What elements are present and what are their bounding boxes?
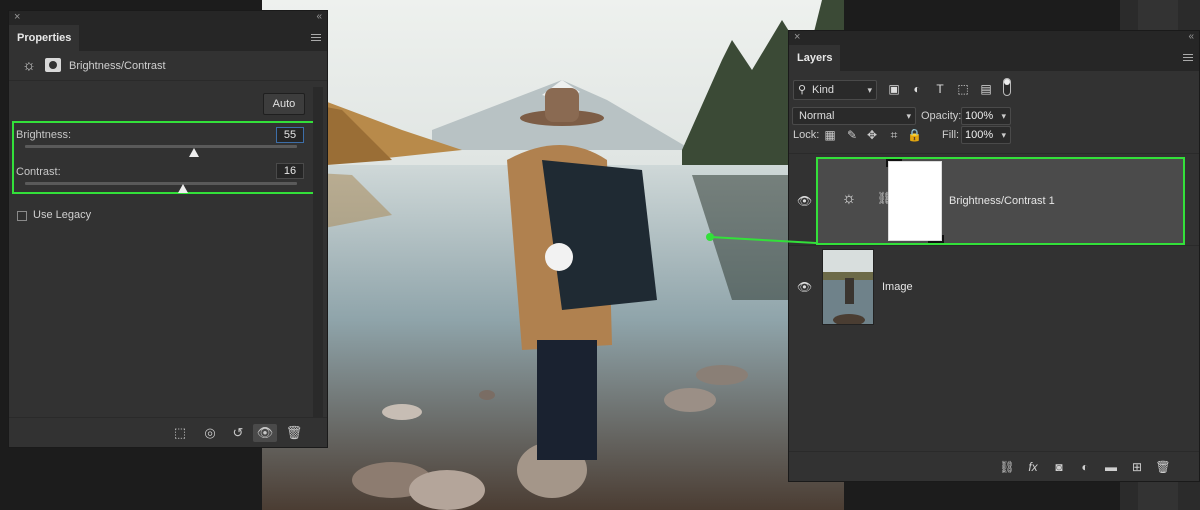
new-adjustment-icon[interactable]: ◐ <box>1077 459 1093 475</box>
layers-toolbar: ⚲ Kind ▾ ▣ ◐ T ⬚ ▤ Normal ▾ Opacity: 100… <box>789 71 1199 153</box>
tab-layers[interactable]: Layers <box>789 45 841 71</box>
lock-label: Lock: <box>793 129 820 141</box>
use-legacy-label: Use Legacy <box>33 209 92 221</box>
shape-filter-icon[interactable]: ⬚ <box>956 82 970 96</box>
contrast-input[interactable]: 16 <box>276 163 304 179</box>
fill-value: 100% <box>965 129 994 141</box>
contrast-slider-track[interactable] <box>25 182 297 185</box>
fx-icon[interactable]: fx <box>1025 459 1041 475</box>
chevron-down-icon: ▾ <box>1001 111 1006 121</box>
brush-icon[interactable]: ✎ <box>845 128 859 142</box>
chevron-down-icon: ▾ <box>867 85 872 95</box>
collapse-icon[interactable]: « <box>1188 31 1193 42</box>
tab-properties[interactable]: Properties <box>9 25 80 51</box>
panel-title-bar: × « <box>9 11 327 25</box>
smart-object-filter-icon[interactable]: ▤ <box>979 82 993 96</box>
blend-mode-value: Normal <box>799 110 835 122</box>
opacity-input[interactable]: 100% ▾ <box>961 107 1011 125</box>
chevron-down-icon: ▾ <box>1001 130 1006 140</box>
lake-scene-image <box>262 0 844 510</box>
layer-name[interactable]: Image <box>882 281 913 293</box>
brightness-label: Brightness: <box>16 129 72 141</box>
opacity-label: Opacity: <box>921 110 962 122</box>
trash-icon[interactable]: 🗑 <box>285 424 303 442</box>
layer-visibility-eye-icon[interactable]: 👁 <box>797 280 812 294</box>
view-previous-icon[interactable]: ◎ <box>201 424 219 442</box>
lock-transparent-icon[interactable]: ▦ <box>823 128 837 142</box>
panel-title-bar: × « <box>789 31 1199 45</box>
layers-panel: × « Layers ⚲ Kind ▾ ▣ ◐ T ⬚ ▤ Normal ▾ O… <box>788 30 1200 482</box>
filter-kind-value: Kind <box>812 84 835 96</box>
move-icon[interactable]: ✥ <box>865 128 879 142</box>
brightness-contrast-icon[interactable]: ☼ <box>21 58 37 74</box>
opacity-value: 100% <box>965 110 994 122</box>
brightness-input[interactable]: 55 <box>276 127 304 143</box>
search-icon: ⚲ <box>798 84 807 96</box>
adjustment-title: Brightness/Contrast <box>69 60 166 72</box>
link-layers-icon[interactable]: ⛓ <box>999 459 1015 475</box>
trash-icon[interactable]: 🗑 <box>1155 459 1171 475</box>
lock-icon[interactable]: 🔒 <box>907 128 922 142</box>
properties-scrollbar[interactable] <box>313 87 323 417</box>
artboard-icon[interactable]: ⌗ <box>887 128 901 142</box>
tab-bar: Layers <box>789 45 1199 71</box>
fill-input[interactable]: 100% ▾ <box>961 126 1011 144</box>
panel-menu-icon[interactable] <box>1183 54 1193 63</box>
new-layer-icon[interactable]: ⊞ <box>1129 459 1145 475</box>
properties-footer: ⬚ ◎ ↺ 👁 🗑 <box>9 417 327 447</box>
filter-toggle[interactable] <box>1003 78 1011 96</box>
close-icon[interactable]: × <box>14 11 20 23</box>
blend-mode-select[interactable]: Normal ▾ <box>792 107 916 125</box>
brightness-slider-track[interactable] <box>25 145 297 148</box>
add-mask-icon[interactable]: ◙ <box>1051 459 1067 475</box>
layer-mask-thumbnail[interactable] <box>886 159 944 243</box>
mask-icon[interactable] <box>45 58 61 72</box>
collapse-icon[interactable]: « <box>316 11 321 22</box>
visibility-eye-icon[interactable]: 👁 <box>253 424 277 442</box>
properties-panel: × « Properties ☼ Brightness/Contrast Aut… <box>8 10 328 448</box>
photo-thumbnail-image <box>823 250 873 324</box>
contrast-slider-thumb[interactable] <box>177 184 188 193</box>
brightness-contrast-layer-icon[interactable]: ☼ <box>839 189 859 209</box>
tab-bar: Properties <box>9 25 327 51</box>
folder-icon[interactable]: ▬ <box>1103 459 1119 475</box>
close-icon[interactable]: × <box>794 31 800 43</box>
use-legacy-checkbox[interactable] <box>17 211 27 221</box>
fill-label: Fill: <box>942 129 960 141</box>
reset-icon[interactable]: ↺ <box>229 424 247 442</box>
adjustment-filter-icon[interactable]: ◐ <box>910 82 924 96</box>
type-filter-icon[interactable]: T <box>933 82 947 96</box>
panel-menu-icon[interactable] <box>311 34 321 43</box>
pixel-filter-icon[interactable]: ▣ <box>887 82 901 96</box>
properties-header: ☼ Brightness/Contrast <box>9 51 327 81</box>
layers-footer: ⛓ fx ◙ ◐ ▬ ⊞ 🗑 <box>789 451 1199 481</box>
layer-name[interactable]: Brightness/Contrast 1 <box>949 195 1055 207</box>
brightness-slider-thumb[interactable] <box>188 148 199 157</box>
clip-to-layer-icon[interactable]: ⬚ <box>171 424 189 442</box>
layer-thumbnail[interactable] <box>822 249 874 325</box>
chevron-down-icon: ▾ <box>906 111 911 121</box>
filter-kind-select[interactable]: ⚲ Kind ▾ <box>793 80 877 100</box>
auto-button[interactable]: Auto <box>263 93 305 115</box>
contrast-label: Contrast: <box>16 166 61 178</box>
layer-visibility-eye-icon[interactable]: 👁 <box>797 194 812 208</box>
canvas-photo <box>262 0 844 510</box>
